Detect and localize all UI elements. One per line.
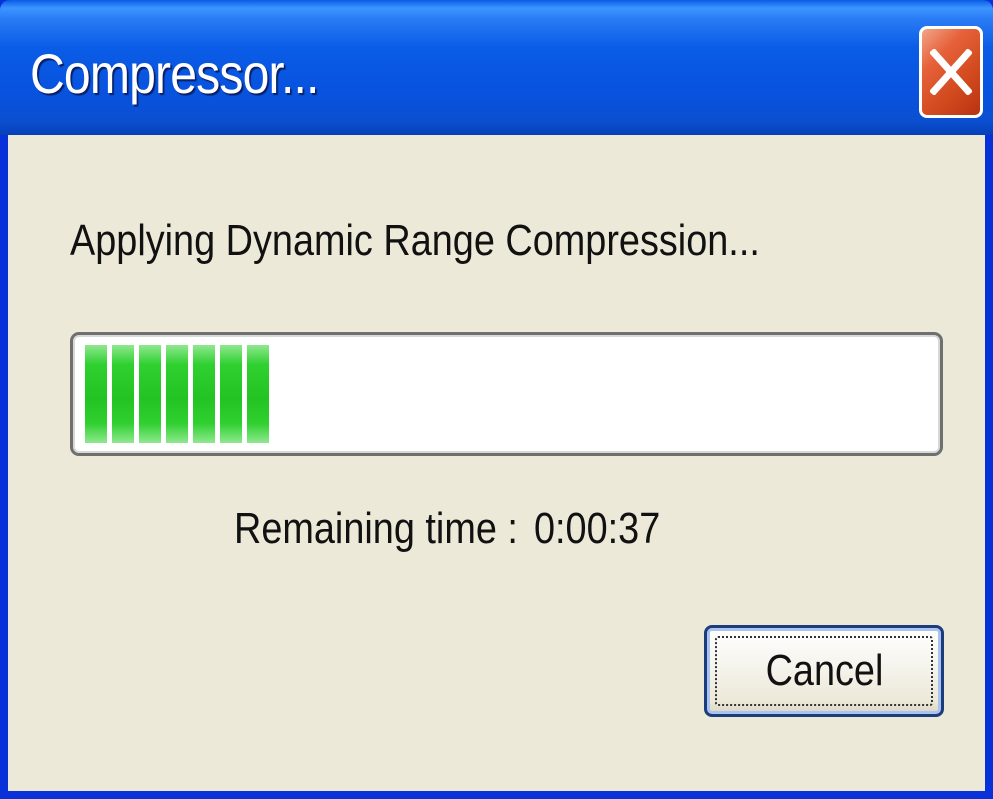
progress-bar	[70, 332, 943, 456]
title-bar[interactable]: Compressor...	[0, 0, 993, 135]
cancel-button-label: Cancel	[765, 646, 883, 695]
close-x-icon	[930, 49, 972, 95]
status-message: Applying Dynamic Range Compression...	[70, 216, 760, 265]
remaining-time-label: Remaining time :	[234, 504, 518, 553]
close-button[interactable]	[919, 26, 983, 118]
progress-track	[85, 345, 930, 443]
dialog-body: Applying Dynamic Range Compression... Re…	[8, 135, 985, 791]
cancel-button[interactable]: Cancel	[704, 625, 944, 717]
compressor-dialog-window: Compressor... Applying Dynamic Range Com…	[0, 0, 993, 799]
remaining-time-value: 0:00:37	[534, 504, 661, 553]
window-title: Compressor...	[30, 42, 319, 105]
progress-fill	[85, 345, 269, 443]
